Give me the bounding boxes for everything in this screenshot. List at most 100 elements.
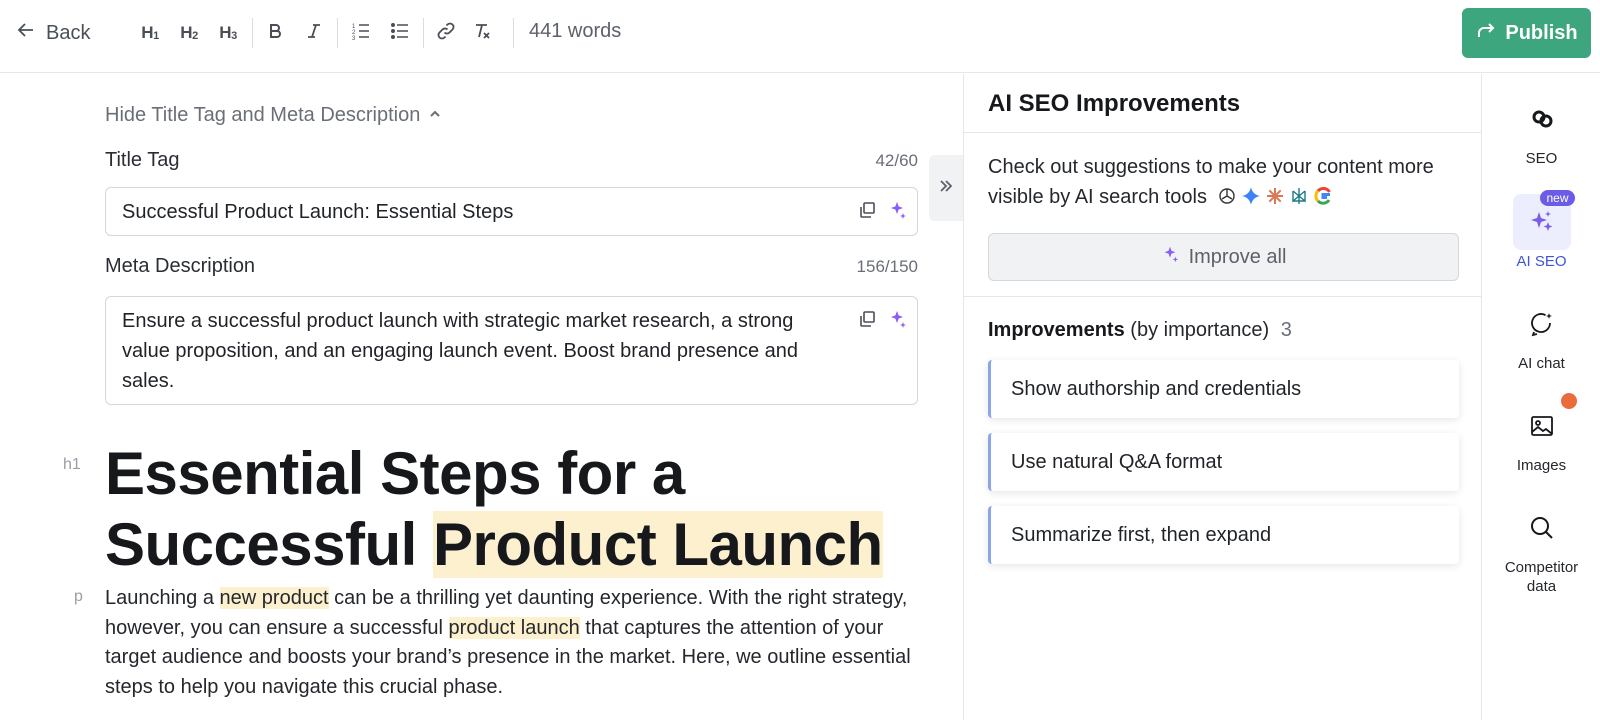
copy-icon[interactable] xyxy=(857,309,877,329)
rail-label-seo: SEO xyxy=(1525,150,1558,167)
rail-label-competitor-data: Competitor data xyxy=(1504,559,1579,595)
chevron-up-icon xyxy=(428,104,442,127)
bullet-list-icon xyxy=(390,21,410,46)
sparkles-icon: new xyxy=(1512,190,1575,250)
rail-item-ai-chat[interactable]: AI chat xyxy=(1483,296,1600,373)
meta-description-actions xyxy=(857,309,907,329)
keyword-highlight: new product xyxy=(219,587,329,609)
heading-1-icon: H1 xyxy=(141,23,159,42)
publish-label: Publish xyxy=(1505,21,1578,44)
meta-description-char-count: 156/150 xyxy=(856,257,918,276)
claude-icon xyxy=(1265,185,1285,215)
sparkle-icon xyxy=(1161,245,1179,269)
bullet-list-button[interactable] xyxy=(384,17,416,49)
paragraph-text: Launching a xyxy=(105,587,220,609)
meta-description-input[interactable]: Ensure a successful product launch with … xyxy=(105,296,918,405)
improve-all-label: Improve all xyxy=(1188,245,1287,268)
perplexity-icon xyxy=(1289,185,1309,215)
meta-description-value: Ensure a successful product launch with … xyxy=(122,310,799,392)
improvement-label: Summarize first, then expand xyxy=(1011,523,1272,546)
paragraph-block-marker: p xyxy=(74,588,83,605)
publish-button[interactable]: Publish xyxy=(1462,8,1591,58)
seo-logo-icon xyxy=(1513,91,1571,147)
title-tag-value: Successful Product Launch: Essential Ste… xyxy=(122,201,514,223)
improvement-item[interactable]: Summarize first, then expand xyxy=(988,506,1459,564)
title-tag-actions xyxy=(857,200,907,220)
heading-3-icon: H3 xyxy=(219,23,237,42)
improve-all-button[interactable]: Improve all xyxy=(988,233,1459,281)
toolbar-divider xyxy=(513,18,514,48)
editor-area: Hide Title Tag and Meta Description Titl… xyxy=(0,74,963,720)
panel-description-text: Check out suggestions to make your conte… xyxy=(988,156,1434,208)
toolbar-divider xyxy=(337,18,338,48)
back-label: Back xyxy=(46,21,91,44)
new-badge: new xyxy=(1540,190,1575,206)
arrow-left-icon xyxy=(16,20,36,46)
heading-3-button[interactable]: H3 xyxy=(212,17,244,49)
clear-formatting-icon xyxy=(472,21,492,46)
rail-item-images[interactable]: Images xyxy=(1483,398,1600,475)
rail-label-ai-seo: AI SEO xyxy=(1516,253,1567,270)
chat-sparkle-icon xyxy=(1513,296,1571,352)
improvement-label: Show authorship and credentials xyxy=(1011,377,1302,400)
ordered-list-icon: 123 xyxy=(351,21,371,46)
bold-icon xyxy=(266,22,284,45)
improvement-item[interactable]: Use natural Q&A format xyxy=(988,433,1459,491)
meta-description-label: Meta Description xyxy=(105,255,256,277)
copy-icon[interactable] xyxy=(857,200,877,220)
link-button[interactable] xyxy=(430,17,462,49)
heading-2-button[interactable]: H2 xyxy=(173,17,205,49)
improvement-label: Use natural Q&A format xyxy=(1011,450,1223,473)
title-tag-char-count: 42/60 xyxy=(875,151,918,170)
improvements-title: Improvements xyxy=(988,319,1125,341)
panel-divider xyxy=(964,296,1482,297)
right-tool-rail: SEO new AI SEO AI chat Images Competitor… xyxy=(1483,74,1600,720)
svg-text:3: 3 xyxy=(352,36,356,41)
toolbar-divider xyxy=(423,18,424,48)
clear-formatting-button[interactable] xyxy=(466,17,498,49)
improvements-subtitle: (by importance) xyxy=(1130,319,1270,341)
collapse-panel-button[interactable] xyxy=(929,155,963,221)
ai-seo-panel: AI SEO Improvements Check out suggestion… xyxy=(963,74,1482,720)
toolbar-divider xyxy=(252,18,253,48)
back-button[interactable]: Back xyxy=(16,18,90,48)
rail-item-ai-seo[interactable]: new AI SEO xyxy=(1483,190,1600,271)
hide-meta-label: Hide Title Tag and Meta Description xyxy=(105,104,421,126)
editor-toolbar: Back H1 H2 H3 123 441 words Publish xyxy=(0,0,1600,73)
heading-1-button[interactable]: H1 xyxy=(134,17,166,49)
openai-icon xyxy=(1217,185,1237,215)
rail-label-images: Images xyxy=(1516,457,1567,474)
keyword-highlight: Product Launch xyxy=(433,511,883,578)
gemini-icon xyxy=(1241,185,1261,215)
panel-divider xyxy=(964,132,1482,133)
rail-item-competitor-data[interactable]: Competitor data xyxy=(1483,500,1600,596)
italic-icon xyxy=(305,22,323,45)
sparkle-icon[interactable] xyxy=(887,200,907,220)
google-icon xyxy=(1313,185,1333,215)
improvements-header: Improvements (by importance) 3 xyxy=(988,319,1292,342)
title-tag-input[interactable]: Successful Product Launch: Essential Ste… xyxy=(105,187,918,236)
notification-dot xyxy=(1561,393,1577,409)
image-icon xyxy=(1513,398,1571,454)
panel-description: Check out suggestions to make your conte… xyxy=(988,152,1458,215)
word-count: 441 words xyxy=(529,20,622,42)
rail-label-ai-chat: AI chat xyxy=(1518,355,1565,372)
link-icon xyxy=(436,21,456,46)
share-arrow-icon xyxy=(1475,19,1497,47)
rail-item-seo[interactable]: SEO xyxy=(1483,91,1600,168)
hide-meta-toggle[interactable]: Hide Title Tag and Meta Description xyxy=(105,104,442,127)
ordered-list-button[interactable]: 123 xyxy=(345,17,377,49)
title-tag-label: Title Tag xyxy=(105,149,180,171)
article-paragraph[interactable]: Launching a new product can be a thrilli… xyxy=(105,584,925,702)
italic-button[interactable] xyxy=(298,17,330,49)
bold-button[interactable] xyxy=(259,17,291,49)
ai-tool-icons xyxy=(1217,185,1333,215)
improvement-item[interactable]: Show authorship and credentials xyxy=(988,360,1459,418)
sparkle-icon[interactable] xyxy=(887,309,907,329)
double-chevron-right-icon xyxy=(938,178,954,199)
heading-2-icon: H2 xyxy=(180,23,198,42)
keyword-highlight: product launch xyxy=(448,616,580,639)
h1-block-marker: h1 xyxy=(63,456,81,473)
article-heading[interactable]: Essential Steps for a Successful Product… xyxy=(105,438,905,580)
search-icon xyxy=(1513,500,1571,556)
